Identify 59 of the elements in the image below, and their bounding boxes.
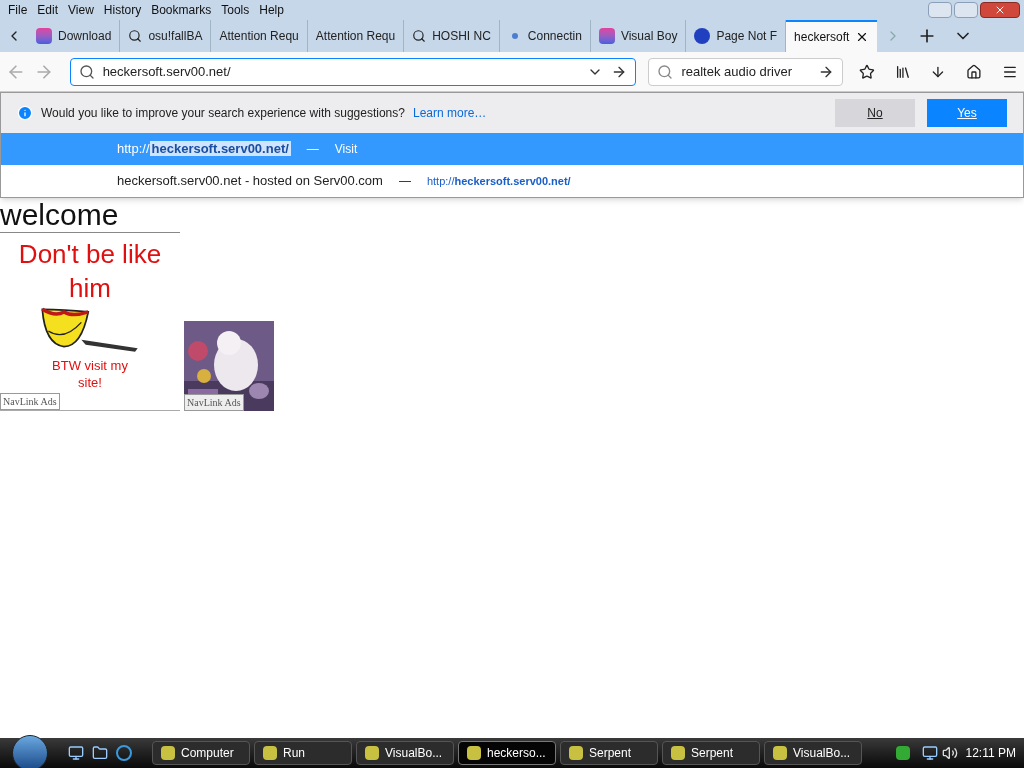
notice-text: Would you like to improve your search experience with suggestions?: [41, 105, 405, 122]
ad-banner[interactable]: NavLink Ads: [184, 321, 274, 411]
tray-icon[interactable]: [895, 746, 910, 760]
app-icon: [569, 746, 583, 760]
start-button[interactable]: [12, 735, 48, 768]
globe-icon: [694, 28, 711, 44]
menu-item[interactable]: Bookmarks: [147, 1, 216, 19]
search-icon: [128, 29, 143, 43]
library-icon[interactable]: [894, 63, 911, 80]
app-icon: [671, 746, 685, 760]
suggestion-row[interactable]: heckersoft.serv00.net - hosted on Serv00.com — http://heckersoft.serv00.net/: [1, 165, 1023, 197]
close-button[interactable]: [980, 2, 1020, 18]
app-icon: [36, 28, 52, 44]
browser-tab[interactable]: heckersoft: [786, 20, 878, 52]
suggestion-url: http://heckersoft.serv00.net/: [426, 173, 571, 189]
taskbar-button[interactable]: Computer: [152, 741, 250, 765]
search-icon: [412, 29, 427, 43]
ad-caption: BTW visit my site!: [51, 357, 129, 391]
ad-label[interactable]: NavLink Ads: [0, 393, 60, 410]
menu-item[interactable]: View: [64, 1, 98, 19]
app-icon: [161, 746, 175, 760]
app-icon: [773, 746, 787, 760]
desktop-icon[interactable]: [68, 745, 84, 761]
volume-icon[interactable]: [941, 745, 958, 761]
menu-item[interactable]: History: [99, 1, 146, 19]
yes-button[interactable]: Yes: [927, 99, 1007, 127]
ad-label[interactable]: NavLink Ads: [184, 394, 244, 411]
visit-label: Visit: [334, 141, 358, 158]
taskbar-button[interactable]: heckerso...: [458, 741, 556, 765]
taskbar-button[interactable]: VisualBo...: [356, 741, 454, 765]
search-icon: [657, 63, 674, 80]
close-icon: [994, 4, 1006, 16]
suggestion-url: http://heckersoft.serv00.net/: [117, 140, 291, 159]
ad-headline: Don't be like him: [17, 238, 163, 305]
separator-dash: —: [398, 173, 411, 190]
home-icon[interactable]: [966, 63, 983, 80]
separator-dash: —: [306, 141, 319, 158]
app-icon: [365, 746, 379, 760]
learn-more-link[interactable]: Learn more…: [412, 104, 827, 122]
taskbar-button[interactable]: Serpent: [560, 741, 658, 765]
address-field[interactable]: heckersoft.serv00.net/: [69, 57, 637, 86]
menu-item[interactable]: Help: [255, 1, 288, 19]
app-icon: [263, 746, 277, 760]
taskbar-button[interactable]: VisualBo...: [764, 741, 862, 765]
menu-item[interactable]: File: [4, 1, 32, 19]
menu-item[interactable]: Tools: [217, 1, 254, 19]
search-icon: [78, 63, 95, 80]
info-icon: [17, 105, 33, 121]
suggestion-title: heckersoft.serv00.net - hosted on Serv00.com: [117, 172, 383, 191]
no-button[interactable]: No: [835, 99, 915, 127]
search-field[interactable]: realtek audio driver: [648, 57, 843, 86]
taskbar-button[interactable]: Serpent: [662, 741, 760, 765]
menu-item[interactable]: Edit: [33, 1, 63, 19]
app-icon: [467, 746, 481, 760]
suggestion-row[interactable]: http://heckersoft.serv00.net/ — Visit: [1, 133, 1023, 165]
bookmark-star-icon[interactable]: [858, 63, 875, 80]
taskbar-button[interactable]: Run: [254, 741, 352, 765]
clock[interactable]: 12:11 PM: [965, 744, 1016, 762]
app-icon: [598, 28, 615, 44]
